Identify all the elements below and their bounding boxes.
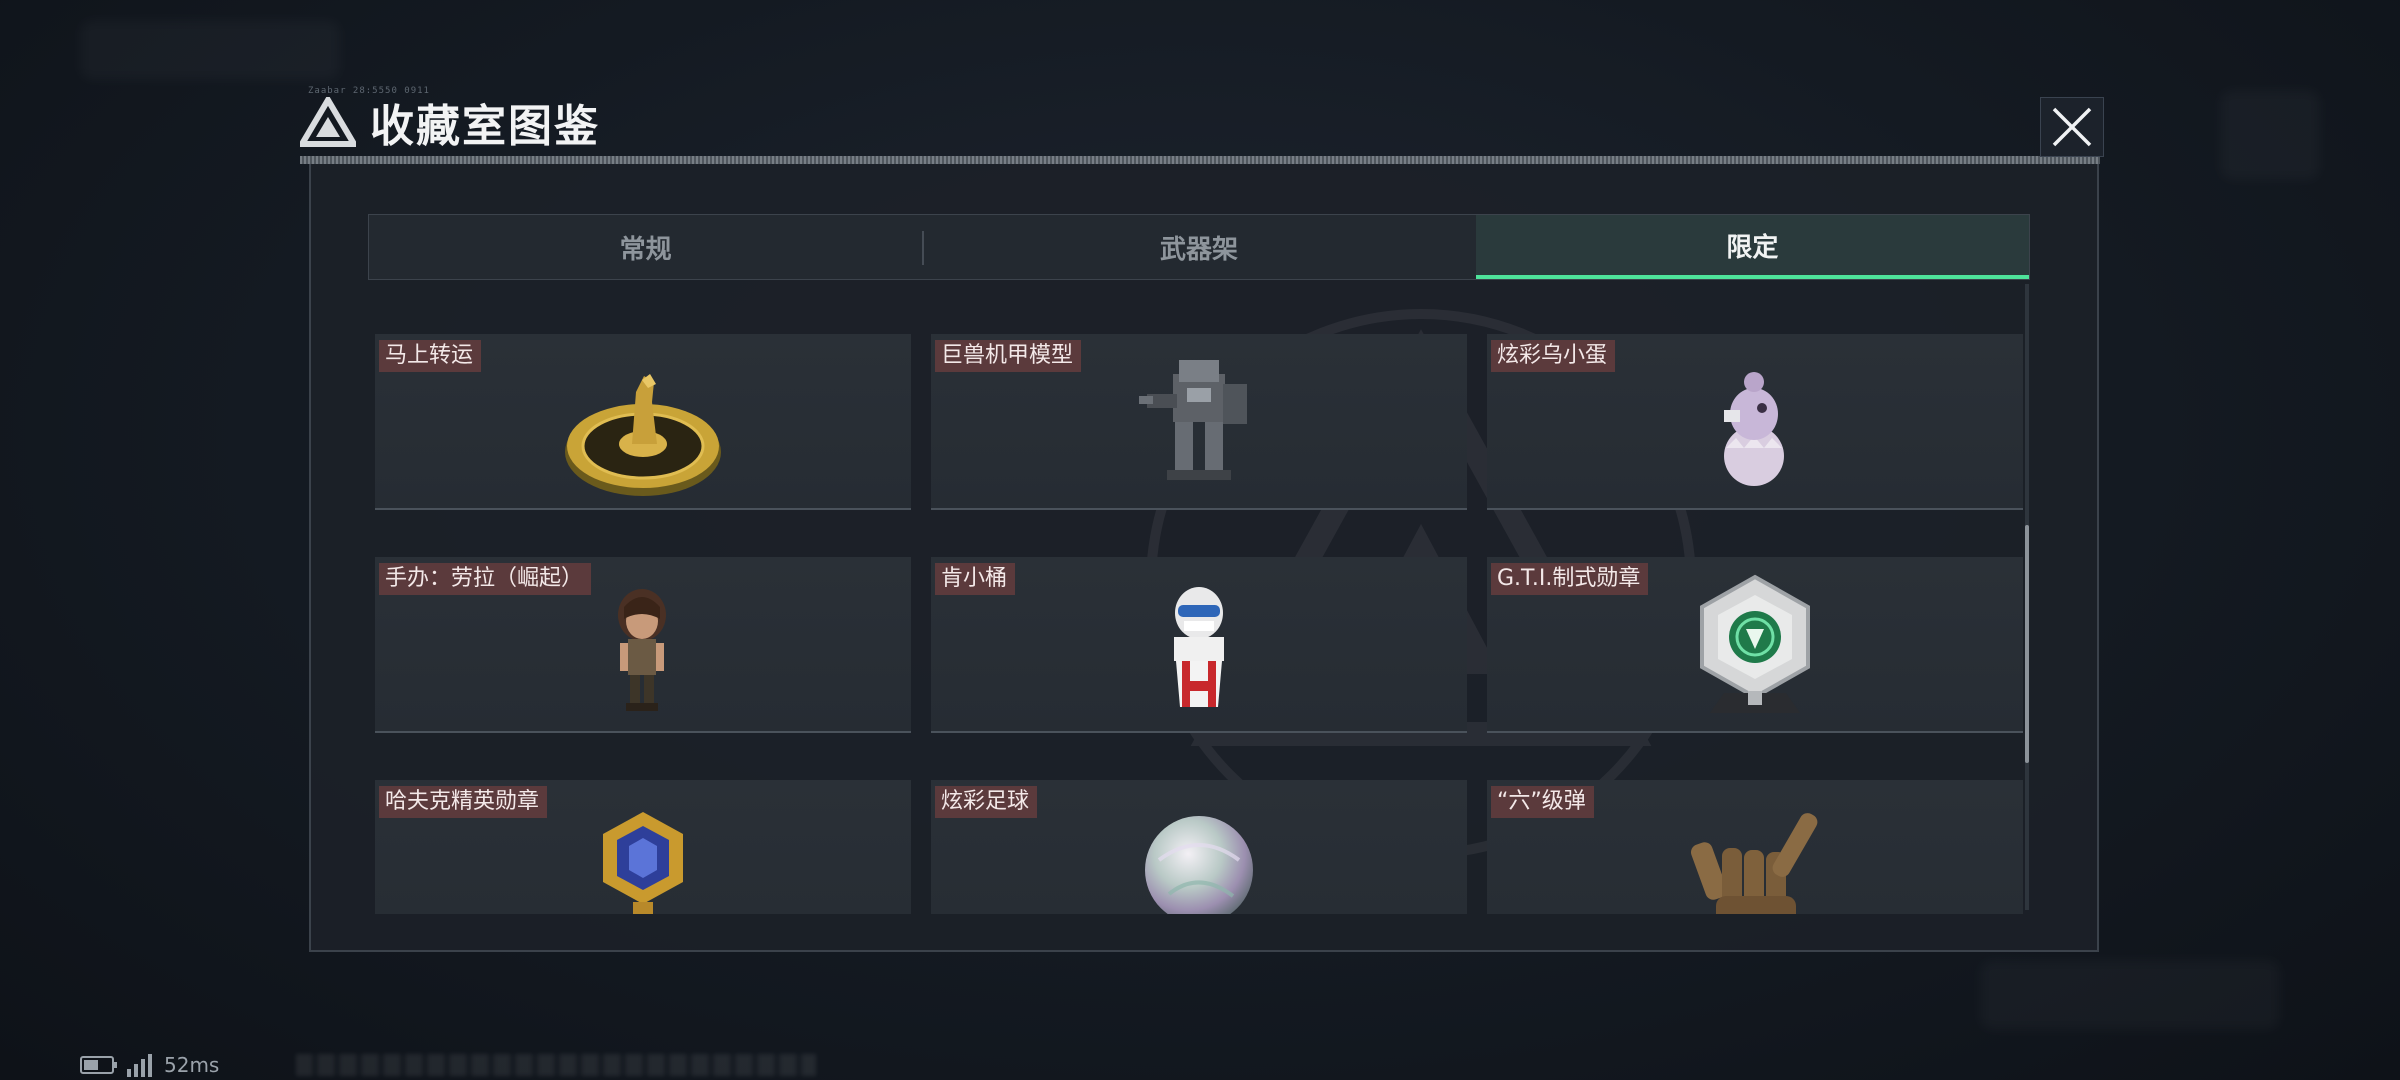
collectible-card[interactable]: 肯小桶 [931, 557, 1467, 733]
status-bar: 52ms [80, 1053, 219, 1077]
background-blur [2220, 90, 2320, 180]
category-tabs: 常规 武器架 限定 [368, 214, 2030, 280]
collectible-card[interactable]: 马上转运 [375, 334, 911, 510]
collectible-name: 巨兽机甲模型 [935, 340, 1082, 372]
blurred-status-text [296, 1054, 816, 1076]
collectible-name: 马上转运 [379, 340, 482, 372]
signal-icon [127, 1054, 152, 1077]
lara-figure-icon [618, 589, 666, 711]
golden-horse-turntable-icon [565, 374, 721, 496]
collectible-card[interactable]: 炫彩乌小蛋 [1487, 334, 2023, 510]
collectible-name: 哈夫克精英勋章 [379, 786, 548, 818]
iridescent-football-icon [1145, 816, 1253, 914]
ping-readout: 52ms [164, 1053, 220, 1077]
collectible-name: “六”级弹 [1491, 786, 1594, 818]
tab-weapon-rack[interactable]: 武器架 [922, 215, 1475, 279]
collectible-card[interactable]: 哈夫克精英勋章 [375, 780, 911, 914]
collectible-name: G.T.I.制式勋章 [1491, 563, 1649, 595]
collectible-name: 肯小桶 [935, 563, 1016, 595]
collectible-name: 手办：劳拉（崛起） [379, 563, 592, 595]
collectible-name: 炫彩乌小蛋 [1491, 340, 1616, 372]
mech-model-icon [1139, 360, 1247, 480]
scrollbar[interactable] [2025, 284, 2029, 910]
tab-regular[interactable]: 常规 [369, 215, 922, 279]
kfc-bucket-figure-icon [1174, 587, 1224, 707]
collectible-card[interactable]: 炫彩足球 [931, 780, 1467, 914]
window-title: 收藏室图鉴 [370, 101, 600, 152]
close-button[interactable] [2040, 97, 2104, 157]
battery-icon [80, 1056, 117, 1074]
collectible-name: 炫彩足球 [935, 786, 1038, 818]
collection-panel: 常规 武器架 限定 马上转运 巨兽机甲模型 炫彩乌小蛋 手办：劳拉（崛起） 肯小… [309, 164, 2099, 952]
collectible-card[interactable]: 巨兽机甲模型 [931, 334, 1467, 510]
background-blur [1980, 960, 2280, 1030]
window-title-bar: 收藏室图鉴 [300, 92, 600, 152]
hatching-egg-figure-icon [1724, 372, 1784, 486]
delta-logo-icon [300, 97, 356, 147]
collectible-grid: 马上转运 巨兽机甲模型 炫彩乌小蛋 手办：劳拉（崛起） 肯小桶 G.T.I.制式… [375, 334, 2025, 914]
collectible-card[interactable]: G.T.I.制式勋章 [1487, 557, 2023, 733]
haavk-elite-medal-icon [603, 812, 683, 914]
collectible-card[interactable]: 手办：劳拉（崛起） [375, 557, 911, 733]
gti-medal-icon [1700, 574, 1810, 713]
tab-limited[interactable]: 限定 [1475, 215, 2029, 279]
close-icon [2052, 107, 2092, 147]
title-underline [300, 156, 2100, 164]
collectible-card[interactable]: “六”级弹 [1487, 780, 2023, 914]
shaka-hand-bullet-icon [1690, 813, 1818, 914]
background-blur [80, 20, 340, 80]
scrollbar-thumb[interactable] [2025, 525, 2029, 763]
